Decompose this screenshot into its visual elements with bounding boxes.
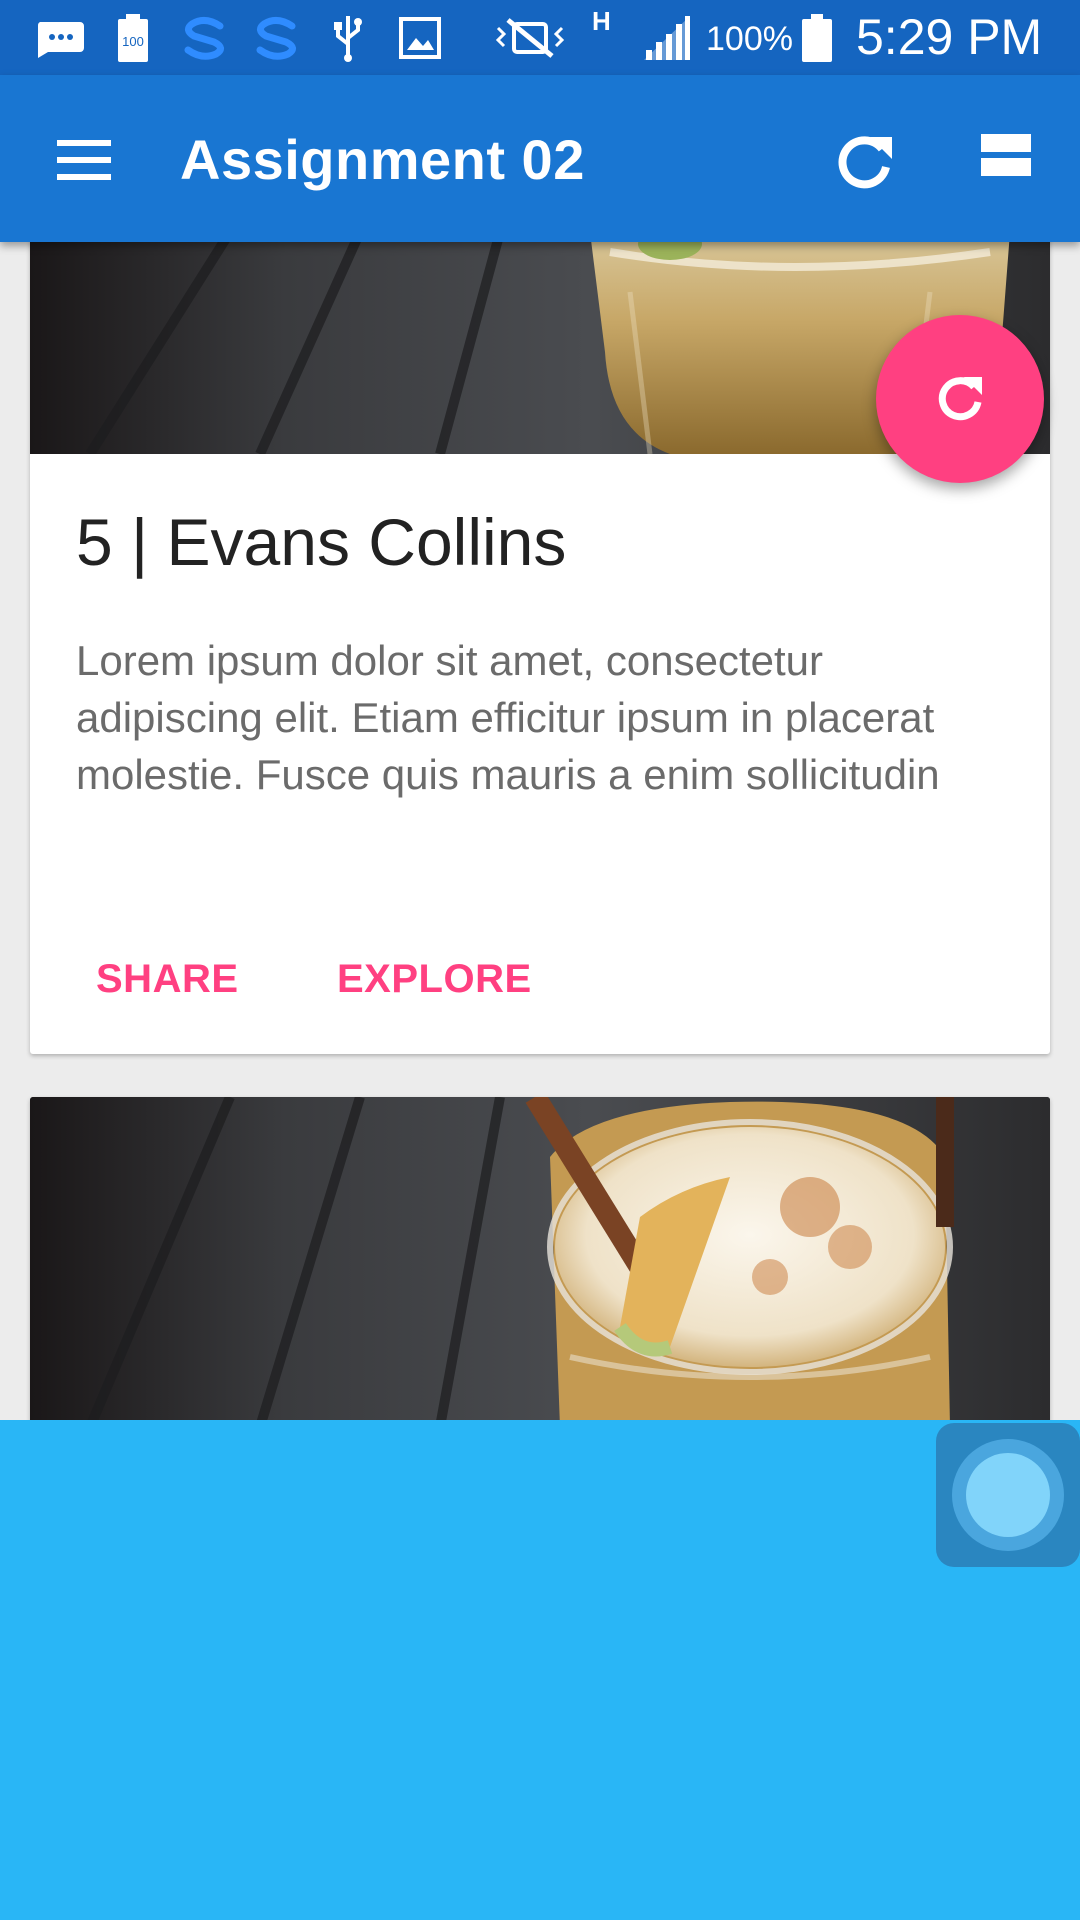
hamburger-menu-icon[interactable] [40,125,130,195]
battery-saver-icon: 100 [116,14,150,62]
battery-percent-label: 100% [706,20,793,58]
view-stream-icon[interactable] [975,130,1045,190]
gallery-icon [398,14,442,62]
card-image [30,1097,1050,1420]
status-bar: 100 H 100% 5:29 PM [0,0,1080,75]
usb-icon [330,14,366,62]
explore-button[interactable]: EXPLORE [337,957,532,1002]
assistive-touch-icon [952,1439,1064,1551]
card-title: 5 | Evans Collins [76,505,567,579]
bottom-panel [0,1420,1080,1920]
refresh-icon[interactable] [830,127,900,197]
battery-icon [800,14,834,62]
messaging-icon [34,14,86,62]
share-button[interactable]: SHARE [96,957,239,1002]
card-body: Lorem ipsum dolor sit amet, consectetur … [76,637,940,798]
refresh-icon [938,377,982,421]
s-app-icon [178,14,232,62]
assistive-touch-button[interactable] [936,1423,1080,1567]
network-type-label: H [592,6,611,36]
signal-icon [640,14,692,62]
svg-text:100: 100 [122,34,144,49]
s-app-icon [250,14,304,62]
mute-vibrate-icon [494,14,566,62]
page-title: Assignment 02 [180,128,585,191]
app-bar: Assignment 02 [0,75,1080,242]
card[interactable] [30,1097,1050,1420]
clock: 5:29 PM [856,9,1043,65]
fab-refresh-button[interactable] [876,315,1044,483]
